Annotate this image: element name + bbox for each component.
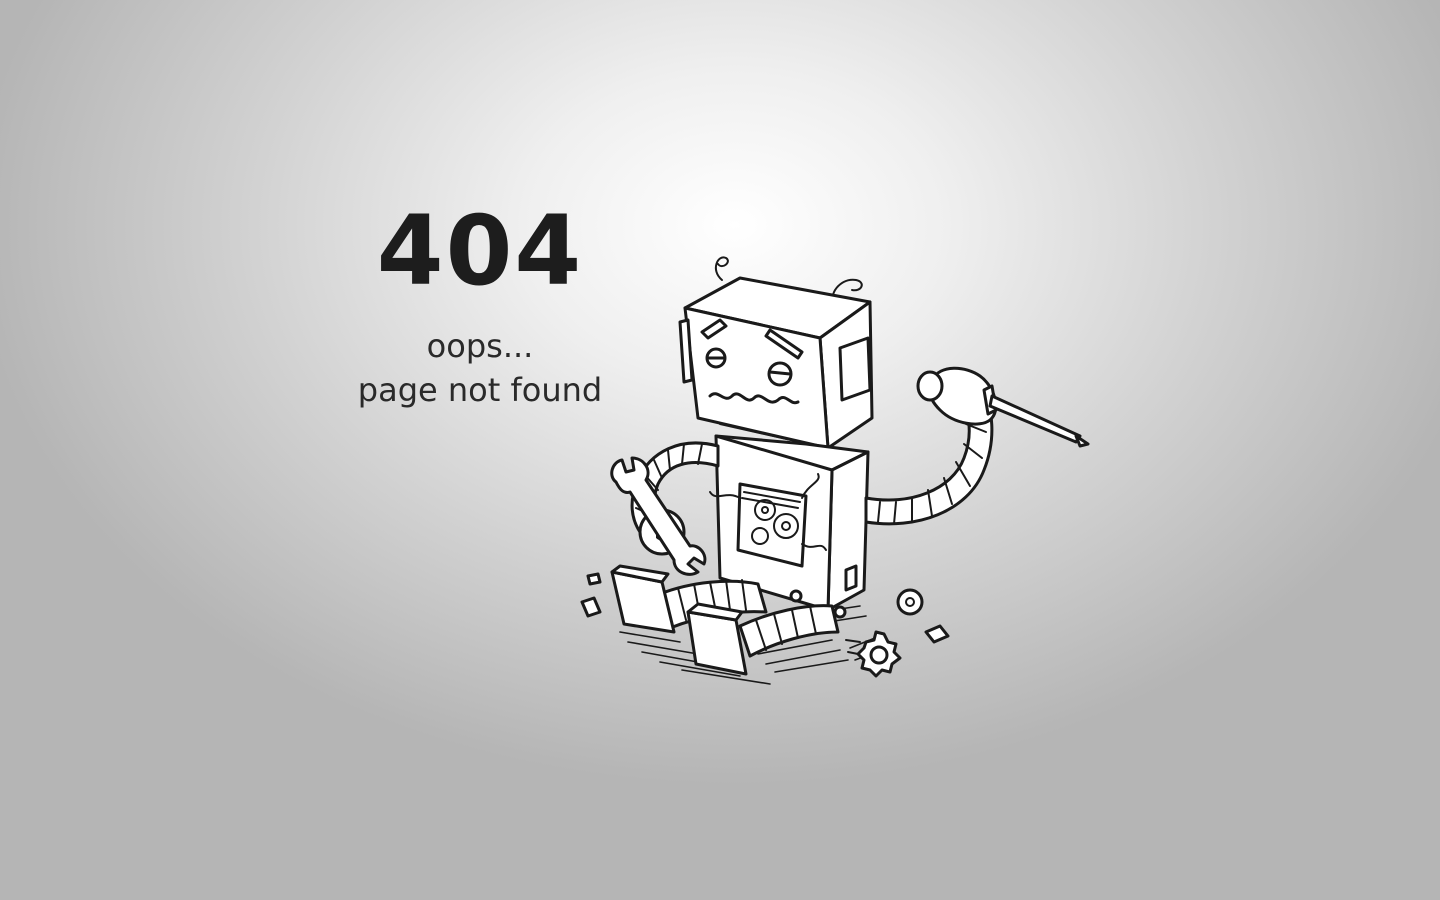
antenna-squiggle-left xyxy=(714,256,729,281)
broken-robot-illustration xyxy=(580,256,1090,685)
gear-icon xyxy=(845,630,902,678)
robot-head xyxy=(678,276,874,450)
screwdriver-icon xyxy=(916,366,1090,448)
broken-robot-icon xyxy=(570,240,1110,690)
robot-leg-right xyxy=(686,602,840,676)
